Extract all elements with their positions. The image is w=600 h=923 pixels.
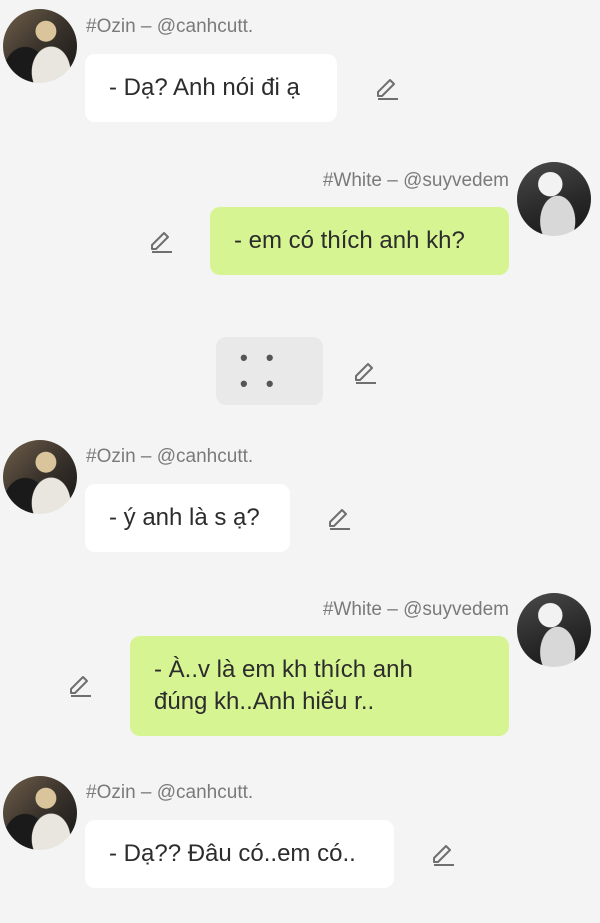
avatar-white[interactable]: [517, 162, 591, 236]
message-text: - À..v là em kh thích anh đúng kh..Anh h…: [154, 654, 413, 718]
message-bubble-outgoing[interactable]: - em có thích anh kh?: [210, 207, 509, 275]
message-author: #Ozin – @canhcutt.: [86, 782, 254, 803]
pencil-edit-icon[interactable]: [430, 842, 456, 868]
message-bubble-outgoing[interactable]: - À..v là em kh thích anh đúng kh..Anh h…: [130, 636, 509, 736]
avatar-ozin[interactable]: [3, 776, 77, 850]
message-text: - em có thích anh kh?: [234, 227, 465, 254]
message-author: #White – @suyvedem: [322, 599, 509, 620]
pencil-edit-icon[interactable]: [326, 506, 352, 532]
pencil-edit-icon[interactable]: [352, 360, 378, 386]
avatar-ozin[interactable]: [3, 9, 77, 83]
message-text: - Dạ? Anh nói đi ạ: [109, 74, 300, 101]
message-bubble-incoming[interactable]: - Dạ? Anh nói đi ạ: [85, 54, 337, 122]
pencil-edit-icon[interactable]: [67, 673, 93, 699]
message-text: - ý anh là s ạ?: [109, 504, 260, 531]
message-bubble-incoming[interactable]: - Dạ?? Đâu có..em có..: [85, 820, 394, 888]
message-author: #White – @suyvedem: [322, 170, 509, 191]
message-text-line: - À..v là em kh thích anh: [154, 656, 413, 683]
message-author: #Ozin – @canhcutt.: [86, 446, 254, 467]
pencil-edit-icon[interactable]: [148, 229, 174, 255]
avatar-ozin[interactable]: [3, 440, 77, 514]
message-text: - Dạ?? Đâu có..em có..: [109, 840, 356, 867]
message-bubble-incoming[interactable]: - ý anh là s ạ?: [85, 484, 290, 552]
message-text-line: đúng kh..Anh hiểu r..: [154, 688, 375, 715]
message-author: #Ozin – @canhcutt.: [86, 16, 254, 37]
typing-indicator-bubble: • • • •: [216, 337, 323, 405]
typing-dots: • • • •: [240, 345, 280, 396]
pencil-edit-icon[interactable]: [374, 76, 400, 102]
avatar-white[interactable]: [517, 593, 591, 667]
